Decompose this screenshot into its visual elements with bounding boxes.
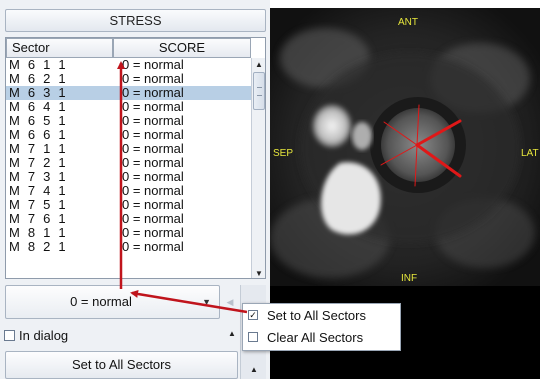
score-cell: 0 = normal: [122, 169, 184, 184]
score-cell: 0 = normal: [122, 239, 184, 254]
check-icon: ✓: [248, 310, 258, 320]
score-cell: 0 = normal: [122, 225, 184, 240]
sector-cell: M 6 6 1: [9, 127, 68, 142]
score-cell: 0 = normal: [122, 71, 184, 86]
menu-item-set-all-sectors[interactable]: ✓ Set to All Sectors: [243, 306, 400, 326]
table-row[interactable]: M 7 5 1 0 = normal: [6, 198, 251, 212]
menu-item-label: Set to All Sectors: [267, 308, 366, 323]
orientation-label-left: SEP: [273, 148, 294, 159]
scroll-down-arrow-icon[interactable]: ▼: [252, 267, 265, 278]
menu-item-label: Clear All Sectors: [267, 330, 364, 345]
set-to-all-sectors-button[interactable]: Set to All Sectors: [5, 351, 238, 379]
table-row[interactable]: M 6 2 1 0 = normal: [6, 72, 251, 86]
in-dialog-label: In dialog: [19, 328, 69, 343]
scrollbar-thumb[interactable]: [253, 72, 265, 110]
in-dialog-checkbox[interactable]: [4, 330, 15, 341]
scroll-left-arrow-icon[interactable]: ◀: [222, 285, 238, 319]
score-cell: 0 = normal: [122, 141, 184, 156]
table-body: M 6 1 10 = normal M 6 2 10 = normal M 6 3 …: [6, 58, 251, 278]
table-row[interactable]: M 6 4 1 0 = normal: [6, 100, 251, 114]
score-cell: 0 = normal: [122, 127, 184, 142]
orientation-label-right: LAT: [521, 148, 539, 159]
score-cell: 0 = normal: [122, 197, 184, 212]
table-row[interactable]: M 8 2 1 0 = normal: [6, 240, 251, 254]
sector-cell: M 7 3 1: [9, 169, 68, 184]
sector-cell: M 6 5 1: [9, 113, 68, 128]
scroll-up-arrow-icon[interactable]: ▲: [245, 365, 263, 374]
sector-cell: M 6 4 1: [9, 99, 68, 114]
table-row[interactable]: M 7 6 1 0 = normal: [6, 212, 251, 226]
mri-image-viewer[interactable]: ANT SEP LAT INF: [270, 8, 540, 286]
score-cell: 0 = normal: [122, 58, 184, 72]
sector-cell: M 7 1 1: [9, 141, 68, 156]
score-popup-menu: ✓ Set to All Sectors Clear All Sectors: [242, 303, 401, 351]
table-row[interactable]: M 6 6 1 0 = normal: [6, 128, 251, 142]
table-row[interactable]: M 6 3 1 0 = normal: [6, 86, 251, 100]
table-row[interactable]: M 8 1 1 0 = normal: [6, 226, 251, 240]
table-row[interactable]: M 6 1 1 0 = normal: [6, 58, 251, 72]
in-dialog-option[interactable]: In dialog ▲: [0, 325, 240, 347]
sector-column-header[interactable]: Sector: [6, 38, 113, 58]
table-row[interactable]: M 7 4 1 0 = normal: [6, 184, 251, 198]
sector-cell: M 7 5 1: [9, 197, 68, 212]
table-header: Sector SCORE: [6, 38, 251, 58]
stress-title-bar[interactable]: STRESS: [5, 9, 266, 32]
score-column-header[interactable]: SCORE: [113, 38, 251, 58]
orientation-label-bottom: INF: [401, 273, 418, 284]
sector-cell: M 8 1 1: [9, 225, 68, 240]
orientation-label-top: ANT: [398, 17, 418, 28]
table-row[interactable]: M 6 5 1 0 = normal: [6, 114, 251, 128]
scroll-up-arrow-icon[interactable]: ▲: [252, 58, 265, 71]
score-select-value: 0 = normal: [70, 294, 132, 309]
score-cell: 0 = normal: [122, 113, 184, 128]
score-cell: 0 = normal: [122, 85, 184, 100]
sector-score-table: Sector SCORE M 6 1 1 0 = normal M 6 2 1 0 =…: [5, 37, 266, 279]
score-cell: 0 = normal: [122, 183, 184, 198]
score-cell: 0 = normal: [122, 155, 184, 170]
sector-cell: M 6 1 1: [9, 58, 68, 72]
sector-cell: M 7 2 1: [9, 155, 68, 170]
score-cell: 0 = normal: [122, 99, 184, 114]
chevron-up-icon[interactable]: ▲: [228, 329, 236, 338]
sector-cell: M 8 2 1: [9, 239, 68, 254]
score-cell: 0 = normal: [122, 211, 184, 226]
chevron-down-icon: ▼: [202, 297, 211, 307]
sector-cell: M 7 6 1: [9, 211, 68, 226]
stress-scoring-panel: STRESS Sector SCORE M 6 1 10 = normal M 6…: [0, 0, 270, 379]
sector-cell: M 6 2 1: [9, 71, 68, 86]
menu-item-clear-all-sectors[interactable]: Clear All Sectors: [243, 328, 400, 348]
table-row[interactable]: M 7 1 1 0 = normal: [6, 142, 251, 156]
unchecked-box-icon: [248, 332, 258, 342]
table-vertical-scrollbar[interactable]: ▲ ▼: [251, 58, 265, 278]
cardiac-short-axis-image: [270, 8, 540, 286]
table-row[interactable]: M 7 2 1 0 = normal: [6, 156, 251, 170]
score-select[interactable]: 0 = normal ▼: [5, 285, 220, 319]
sector-cell: M 7 4 1: [9, 183, 68, 198]
sector-cell: M 6 3 1: [9, 85, 68, 100]
table-row[interactable]: M 7 3 1 0 = normal: [6, 170, 251, 184]
